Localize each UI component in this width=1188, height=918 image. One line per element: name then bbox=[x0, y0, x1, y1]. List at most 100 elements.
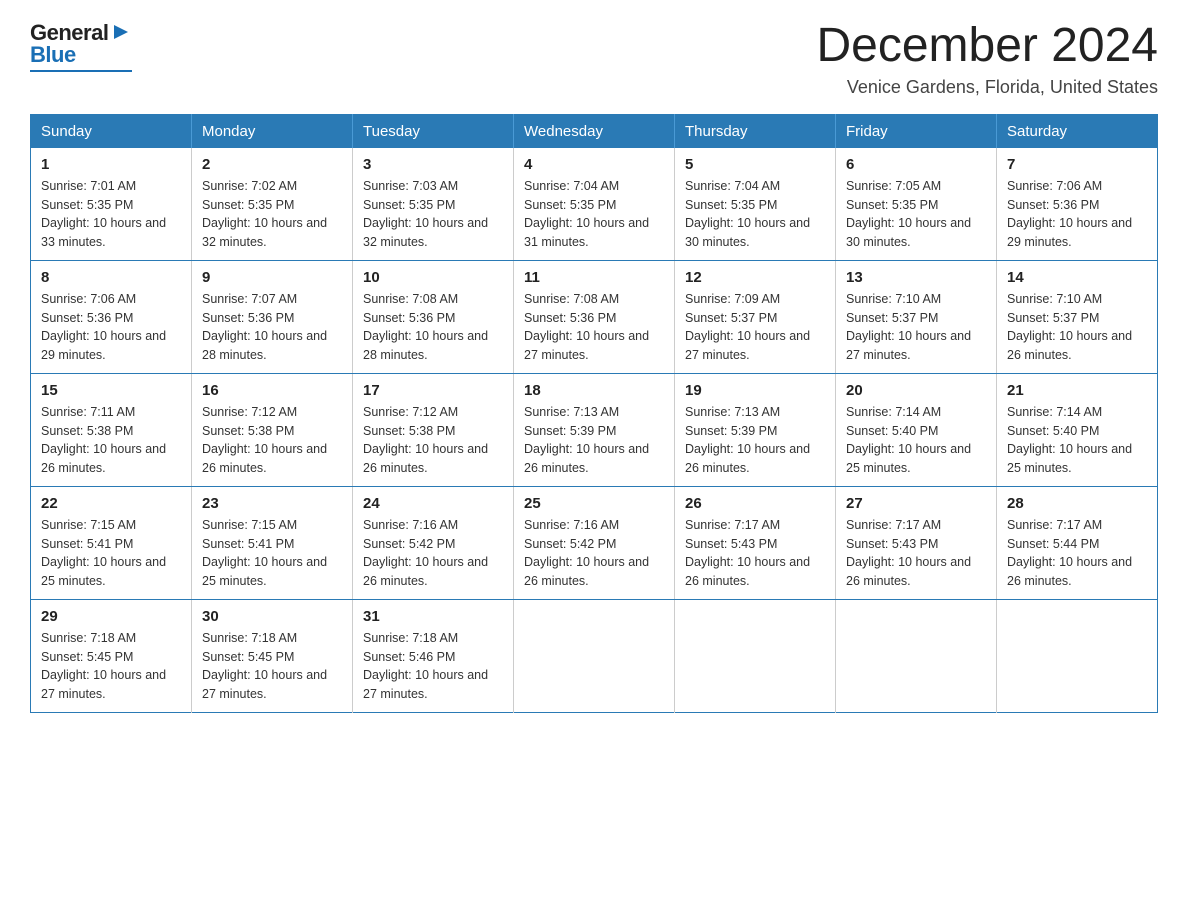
column-header-thursday: Thursday bbox=[675, 114, 836, 148]
day-number: 3 bbox=[363, 156, 503, 173]
calendar-cell: 12 Sunrise: 7:09 AMSunset: 5:37 PMDayligh… bbox=[675, 260, 836, 373]
day-number: 23 bbox=[202, 495, 342, 512]
day-info: Sunrise: 7:10 AMSunset: 5:37 PMDaylight:… bbox=[846, 290, 986, 365]
day-info: Sunrise: 7:11 AMSunset: 5:38 PMDaylight:… bbox=[41, 403, 181, 478]
calendar-cell: 27Sunrise: 7:17 AMSunset: 5:43 PMDayligh… bbox=[836, 486, 997, 599]
calendar-cell: 11Sunrise: 7:08 AMSunset: 5:36 PMDayligh… bbox=[514, 260, 675, 373]
day-number: 6 bbox=[846, 156, 986, 173]
calendar-cell bbox=[836, 599, 997, 712]
day-info: Sunrise: 7:15 AMSunset: 5:41 PMDaylight:… bbox=[202, 516, 342, 591]
day-number: 5 bbox=[685, 156, 825, 173]
day-info: Sunrise: 7:08 AMSunset: 5:36 PMDaylight:… bbox=[524, 290, 664, 365]
day-info: Sunrise: 7:17 AMSunset: 5:44 PMDaylight:… bbox=[1007, 516, 1147, 591]
calendar-cell: 8 Sunrise: 7:06 AMSunset: 5:36 PMDaylight… bbox=[31, 260, 192, 373]
day-info: Sunrise: 7:04 AMSunset: 5:35 PMDaylight:… bbox=[524, 177, 664, 252]
day-number: 19 bbox=[685, 382, 825, 399]
logo-blue: Blue bbox=[30, 42, 76, 68]
day-info: Sunrise: 7:09 AMSunset: 5:37 PMDaylight:… bbox=[685, 290, 825, 365]
calendar-week-row: 22 Sunrise: 7:15 AMSunset: 5:41 PMDayligh… bbox=[31, 486, 1158, 599]
day-number: 10 bbox=[363, 269, 503, 286]
calendar-cell bbox=[997, 599, 1158, 712]
day-number: 13 bbox=[846, 269, 986, 286]
day-info: Sunrise: 7:07 AMSunset: 5:36 PMDaylight:… bbox=[202, 290, 342, 365]
day-info: Sunrise: 7:18 AMSunset: 5:45 PMDaylight:… bbox=[202, 629, 342, 704]
logo-underline bbox=[30, 70, 132, 72]
calendar-cell: 22 Sunrise: 7:15 AMSunset: 5:41 PMDayligh… bbox=[31, 486, 192, 599]
calendar-week-row: 8 Sunrise: 7:06 AMSunset: 5:36 PMDaylight… bbox=[31, 260, 1158, 373]
day-info: Sunrise: 7:16 AMSunset: 5:42 PMDaylight:… bbox=[363, 516, 503, 591]
calendar-table: SundayMondayTuesdayWednesdayThursdayFrid… bbox=[30, 114, 1158, 713]
day-number: 8 bbox=[41, 269, 181, 286]
calendar-cell: 6 Sunrise: 7:05 AMSunset: 5:35 PMDaylight… bbox=[836, 148, 997, 261]
day-info: Sunrise: 7:14 AMSunset: 5:40 PMDaylight:… bbox=[846, 403, 986, 478]
calendar-cell: 4 Sunrise: 7:04 AMSunset: 5:35 PMDaylight… bbox=[514, 148, 675, 261]
day-info: Sunrise: 7:14 AMSunset: 5:40 PMDaylight:… bbox=[1007, 403, 1147, 478]
calendar-cell: 30Sunrise: 7:18 AMSunset: 5:45 PMDayligh… bbox=[192, 599, 353, 712]
day-number: 1 bbox=[41, 156, 181, 173]
page-header: General Blue December 2024 Venice Garden… bbox=[30, 20, 1158, 98]
calendar-cell: 23 Sunrise: 7:15 AMSunset: 5:41 PMDayligh… bbox=[192, 486, 353, 599]
day-info: Sunrise: 7:08 AMSunset: 5:36 PMDaylight:… bbox=[363, 290, 503, 365]
day-number: 24 bbox=[363, 495, 503, 512]
calendar-cell: 26Sunrise: 7:17 AMSunset: 5:43 PMDayligh… bbox=[675, 486, 836, 599]
calendar-cell: 16Sunrise: 7:12 AMSunset: 5:38 PMDayligh… bbox=[192, 373, 353, 486]
calendar-cell: 9 Sunrise: 7:07 AMSunset: 5:36 PMDaylight… bbox=[192, 260, 353, 373]
column-header-wednesday: Wednesday bbox=[514, 114, 675, 148]
day-info: Sunrise: 7:12 AMSunset: 5:38 PMDaylight:… bbox=[363, 403, 503, 478]
calendar-cell: 21 Sunrise: 7:14 AMSunset: 5:40 PMDayligh… bbox=[997, 373, 1158, 486]
day-number: 31 bbox=[363, 608, 503, 625]
day-info: Sunrise: 7:13 AMSunset: 5:39 PMDaylight:… bbox=[685, 403, 825, 478]
column-header-saturday: Saturday bbox=[997, 114, 1158, 148]
day-info: Sunrise: 7:06 AMSunset: 5:36 PMDaylight:… bbox=[1007, 177, 1147, 252]
calendar-cell: 18 Sunrise: 7:13 AMSunset: 5:39 PMDayligh… bbox=[514, 373, 675, 486]
day-number: 9 bbox=[202, 269, 342, 286]
calendar-cell: 28 Sunrise: 7:17 AMSunset: 5:44 PMDayligh… bbox=[997, 486, 1158, 599]
day-info: Sunrise: 7:13 AMSunset: 5:39 PMDaylight:… bbox=[524, 403, 664, 478]
day-info: Sunrise: 7:16 AMSunset: 5:42 PMDaylight:… bbox=[524, 516, 664, 591]
calendar-cell: 10 Sunrise: 7:08 AMSunset: 5:36 PMDayligh… bbox=[353, 260, 514, 373]
day-info: Sunrise: 7:18 AMSunset: 5:45 PMDaylight:… bbox=[41, 629, 181, 704]
calendar-cell: 29 Sunrise: 7:18 AMSunset: 5:45 PMDayligh… bbox=[31, 599, 192, 712]
day-info: Sunrise: 7:05 AMSunset: 5:35 PMDaylight:… bbox=[846, 177, 986, 252]
calendar-week-row: 1 Sunrise: 7:01 AMSunset: 5:35 PMDaylight… bbox=[31, 148, 1158, 261]
day-number: 18 bbox=[524, 382, 664, 399]
calendar-cell bbox=[514, 599, 675, 712]
column-header-sunday: Sunday bbox=[31, 114, 192, 148]
day-number: 21 bbox=[1007, 382, 1147, 399]
calendar-cell: 5Sunrise: 7:04 AMSunset: 5:35 PMDaylight… bbox=[675, 148, 836, 261]
day-info: Sunrise: 7:01 AMSunset: 5:35 PMDaylight:… bbox=[41, 177, 181, 252]
calendar-cell: 2Sunrise: 7:02 AMSunset: 5:35 PMDaylight… bbox=[192, 148, 353, 261]
calendar-cell: 1 Sunrise: 7:01 AMSunset: 5:35 PMDaylight… bbox=[31, 148, 192, 261]
calendar-cell: 7Sunrise: 7:06 AMSunset: 5:36 PMDaylight… bbox=[997, 148, 1158, 261]
day-info: Sunrise: 7:15 AMSunset: 5:41 PMDaylight:… bbox=[41, 516, 181, 591]
day-number: 15 bbox=[41, 382, 181, 399]
logo-arrow-icon bbox=[110, 21, 132, 43]
calendar-cell: 19 Sunrise: 7:13 AMSunset: 5:39 PMDayligh… bbox=[675, 373, 836, 486]
day-info: Sunrise: 7:17 AMSunset: 5:43 PMDaylight:… bbox=[685, 516, 825, 591]
day-number: 17 bbox=[363, 382, 503, 399]
calendar-week-row: 29 Sunrise: 7:18 AMSunset: 5:45 PMDayligh… bbox=[31, 599, 1158, 712]
column-header-tuesday: Tuesday bbox=[353, 114, 514, 148]
day-number: 20 bbox=[846, 382, 986, 399]
calendar-week-row: 15 Sunrise: 7:11 AMSunset: 5:38 PMDayligh… bbox=[31, 373, 1158, 486]
day-number: 2 bbox=[202, 156, 342, 173]
calendar-title: December 2024 bbox=[816, 20, 1158, 73]
day-number: 28 bbox=[1007, 495, 1147, 512]
logo: General Blue bbox=[30, 20, 132, 72]
day-info: Sunrise: 7:18 AMSunset: 5:46 PMDaylight:… bbox=[363, 629, 503, 704]
day-number: 29 bbox=[41, 608, 181, 625]
calendar-cell: 25 Sunrise: 7:16 AMSunset: 5:42 PMDayligh… bbox=[514, 486, 675, 599]
day-number: 25 bbox=[524, 495, 664, 512]
calendar-cell: 17 Sunrise: 7:12 AMSunset: 5:38 PMDayligh… bbox=[353, 373, 514, 486]
calendar-cell: 13 Sunrise: 7:10 AMSunset: 5:37 PMDayligh… bbox=[836, 260, 997, 373]
calendar-cell: 14Sunrise: 7:10 AMSunset: 5:37 PMDayligh… bbox=[997, 260, 1158, 373]
day-number: 22 bbox=[41, 495, 181, 512]
column-header-friday: Friday bbox=[836, 114, 997, 148]
day-number: 12 bbox=[685, 269, 825, 286]
day-number: 16 bbox=[202, 382, 342, 399]
calendar-cell: 24 Sunrise: 7:16 AMSunset: 5:42 PMDayligh… bbox=[353, 486, 514, 599]
calendar-cell: 20 Sunrise: 7:14 AMSunset: 5:40 PMDayligh… bbox=[836, 373, 997, 486]
day-number: 4 bbox=[524, 156, 664, 173]
title-block: December 2024 Venice Gardens, Florida, U… bbox=[816, 20, 1158, 98]
day-info: Sunrise: 7:06 AMSunset: 5:36 PMDaylight:… bbox=[41, 290, 181, 365]
